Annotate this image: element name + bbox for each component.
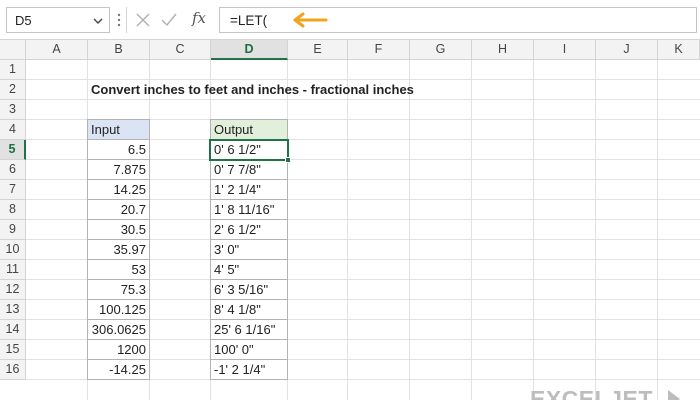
- input-cell[interactable]: 53: [87, 260, 150, 280]
- input-cell[interactable]: 20.7: [87, 200, 150, 220]
- input-header[interactable]: Input: [87, 119, 150, 140]
- column-header-c[interactable]: C: [150, 40, 211, 60]
- input-cell[interactable]: 1200: [87, 340, 150, 360]
- row-header-14[interactable]: 14: [0, 320, 26, 340]
- input-cell[interactable]: 35.97: [87, 240, 150, 260]
- insert-function-icon[interactable]: fx: [192, 9, 214, 31]
- name-box[interactable]: D5: [6, 7, 110, 33]
- output-cell[interactable]: -1' 2 1/4": [210, 360, 288, 380]
- arrow-left-icon: [293, 12, 328, 28]
- column-header-e[interactable]: E: [288, 40, 348, 60]
- column-header-b[interactable]: B: [88, 40, 150, 60]
- input-cell[interactable]: 6.5: [87, 140, 150, 160]
- cancel-icon[interactable]: [132, 9, 154, 31]
- column-header-k[interactable]: K: [658, 40, 700, 60]
- sheet-title[interactable]: Convert inches to feet and inches - frac…: [91, 80, 414, 100]
- name-box-value: D5: [15, 13, 32, 28]
- chevron-down-icon[interactable]: [93, 16, 103, 26]
- output-cell[interactable]: 2' 6 1/2": [210, 220, 288, 240]
- gridline: [471, 60, 472, 400]
- more-options-icon[interactable]: [117, 12, 121, 28]
- input-cell[interactable]: 7.875: [87, 160, 150, 180]
- output-cell[interactable]: 8' 4 1/8": [210, 300, 288, 320]
- row-header-11[interactable]: 11: [0, 260, 26, 280]
- output-cell[interactable]: 1' 2 1/4": [210, 180, 288, 200]
- row-header-12[interactable]: 12: [0, 280, 26, 300]
- logo-mark-icon: [668, 390, 680, 400]
- output-cell[interactable]: 0' 7 7/8": [210, 160, 288, 180]
- input-cell[interactable]: 30.5: [87, 220, 150, 240]
- output-cell[interactable]: 4' 5": [210, 260, 288, 280]
- column-header-a[interactable]: A: [26, 40, 88, 60]
- input-cell[interactable]: 14.25: [87, 180, 150, 200]
- row-header-6[interactable]: 6: [0, 160, 26, 180]
- output-cell[interactable]: 6' 3 5/16": [210, 280, 288, 300]
- formula-text: =LET(: [230, 13, 268, 28]
- column-header-j[interactable]: J: [596, 40, 658, 60]
- row-header-7[interactable]: 7: [0, 180, 26, 200]
- row-header-13[interactable]: 13: [0, 300, 26, 320]
- row-header-8[interactable]: 8: [0, 200, 26, 220]
- output-cell[interactable]: 3' 0": [210, 240, 288, 260]
- output-cell[interactable]: 100' 0": [210, 340, 288, 360]
- output-header[interactable]: Output: [210, 119, 288, 140]
- row-header-5[interactable]: 5: [0, 140, 26, 160]
- enter-check-icon[interactable]: [158, 9, 180, 31]
- input-cell[interactable]: 75.3: [87, 280, 150, 300]
- row-header-9[interactable]: 9: [0, 220, 26, 240]
- row-header-10[interactable]: 10: [0, 240, 26, 260]
- spreadsheet-grid: A B C D E F G H I J K 1 2 3 4 5 6 7 8 9 …: [0, 40, 700, 400]
- row-header-16[interactable]: 16: [0, 360, 26, 380]
- row-header-1[interactable]: 1: [0, 60, 26, 80]
- formula-bar: D5 fx =LET(: [0, 0, 700, 40]
- column-header-h[interactable]: H: [472, 40, 534, 60]
- row-header-2[interactable]: 2: [0, 80, 26, 100]
- gridline: [347, 60, 348, 400]
- fill-handle[interactable]: [285, 157, 291, 163]
- row-header-4[interactable]: 4: [0, 120, 26, 140]
- output-cell[interactable]: 1' 8 11/16": [210, 200, 288, 220]
- column-header-i[interactable]: I: [534, 40, 596, 60]
- gridline: [533, 60, 534, 400]
- input-cell[interactable]: -14.25: [87, 360, 150, 380]
- exceljet-logo: EXCELJET: [530, 386, 680, 400]
- column-header-g[interactable]: G: [410, 40, 472, 60]
- row-header-15[interactable]: 15: [0, 340, 26, 360]
- output-cell[interactable]: 25' 6 1/16": [210, 320, 288, 340]
- input-cell[interactable]: 100.125: [87, 300, 150, 320]
- gridline: [409, 60, 410, 400]
- formula-bar-divider: [126, 7, 127, 33]
- output-cell[interactable]: 0' 6 1/2": [210, 140, 288, 160]
- logo-text: EXCELJET: [530, 386, 653, 400]
- column-header-f[interactable]: F: [348, 40, 410, 60]
- row-header-3[interactable]: 3: [0, 100, 26, 120]
- column-header-d[interactable]: D: [211, 40, 288, 60]
- gridline: [595, 60, 596, 400]
- gridline: [657, 60, 658, 400]
- input-cell[interactable]: 306.0625: [87, 320, 150, 340]
- select-all-corner[interactable]: [0, 40, 26, 60]
